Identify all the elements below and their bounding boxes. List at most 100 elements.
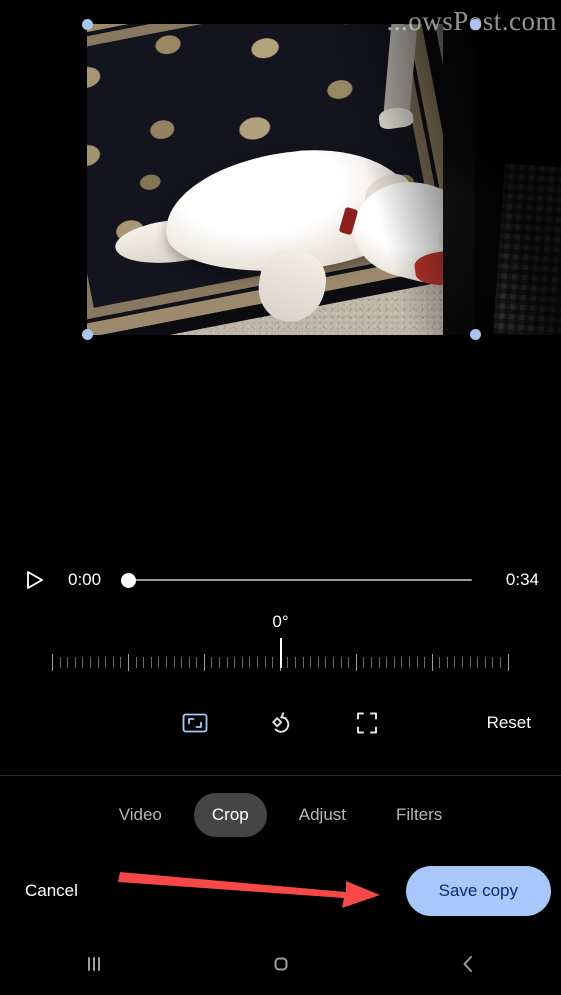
dial-tick [492, 656, 494, 668]
scrubber-thumb[interactable] [121, 572, 137, 588]
dial-tick [484, 656, 486, 668]
dial-tick [310, 656, 312, 668]
recents-button[interactable] [59, 944, 129, 984]
tab-filters[interactable]: Filters [378, 793, 460, 837]
dial-tick [454, 656, 456, 668]
action-bar: Cancel Save copy [0, 860, 561, 922]
rotate-button[interactable] [256, 698, 306, 748]
dial-tick [234, 656, 236, 668]
back-chevron-icon [463, 956, 472, 972]
perspective-button[interactable] [342, 698, 392, 748]
dial-tick [287, 656, 289, 668]
back-button[interactable] [433, 944, 503, 984]
dial-tick [105, 656, 107, 668]
dial-tick [264, 656, 266, 668]
dial-tick [158, 656, 160, 668]
save-copy-button[interactable]: Save copy [405, 866, 551, 916]
editor-tab-bar: Video Crop Adjust Filters [0, 789, 561, 841]
dial-tick [181, 656, 183, 668]
tab-crop[interactable]: Crop [193, 793, 267, 837]
crop-mask-right [475, 24, 561, 335]
dial-tick [59, 656, 61, 668]
dial-tick [393, 656, 395, 668]
home-button[interactable] [246, 944, 316, 984]
dial-tick [196, 656, 198, 668]
dial-tick [295, 656, 296, 668]
photo-editor-screen: ...owsPost.com 0:00 0:34 0° [0, 0, 561, 995]
dial-tick [317, 656, 319, 668]
dial-tick [386, 656, 388, 668]
android-nav-bar [0, 933, 561, 995]
dial-tick [97, 656, 99, 668]
dial-tick [302, 656, 304, 668]
rotation-dial[interactable]: 0° [0, 612, 561, 682]
dial-tick [112, 656, 114, 668]
playback-controls: 0:00 0:34 [0, 562, 561, 598]
dial-tick [500, 656, 502, 668]
dial-tick [477, 656, 479, 668]
dial-tick [74, 656, 76, 668]
rotation-dial-indicator [279, 638, 282, 668]
crop-handle-top-left[interactable] [82, 19, 93, 30]
reset-button[interactable]: Reset [487, 713, 531, 733]
dial-tick [127, 653, 129, 671]
rotate-left-icon [272, 712, 290, 733]
dial-tick [67, 656, 69, 668]
dial-tick [332, 656, 334, 668]
dial-tick [507, 653, 509, 671]
crop-handle-bottom-right[interactable] [470, 329, 481, 340]
dial-tick [211, 656, 213, 668]
dial-tick [462, 656, 464, 668]
tab-bar-divider [0, 775, 561, 776]
dial-tick [173, 656, 175, 668]
video-scrubber[interactable] [121, 567, 472, 593]
dial-tick [203, 653, 205, 671]
perspective-corners-icon [357, 712, 377, 734]
dial-tick [446, 656, 448, 668]
dial-tick [82, 656, 84, 668]
dial-tick [416, 656, 418, 668]
dial-tick [188, 656, 190, 668]
play-button[interactable] [22, 567, 48, 593]
dial-tick [431, 653, 433, 671]
tab-adjust[interactable]: Adjust [281, 793, 364, 837]
dial-tick [363, 656, 365, 668]
dial-tick [150, 656, 152, 668]
dial-tick [241, 656, 243, 668]
crop-handle-top-right[interactable] [470, 19, 481, 30]
tab-video[interactable]: Video [101, 793, 180, 837]
dial-tick [408, 656, 410, 668]
dial-tick [249, 656, 251, 668]
dial-tick [257, 656, 259, 668]
dial-tick [165, 656, 167, 668]
dial-tick [226, 656, 228, 668]
total-time-label: 0:34 [505, 570, 539, 589]
dial-tick [143, 656, 145, 668]
dial-tick [378, 656, 380, 668]
crop-handle-bottom-left[interactable] [82, 329, 93, 340]
scrubber-track[interactable] [121, 579, 472, 581]
dial-tick [469, 656, 471, 668]
aspect-ratio-button[interactable] [170, 698, 220, 748]
dial-tick [120, 656, 122, 668]
current-time-label: 0:00 [68, 570, 102, 589]
dial-tick [52, 653, 53, 671]
dial-tick [370, 656, 372, 668]
cancel-button[interactable]: Cancel [25, 881, 78, 901]
dial-tick [401, 656, 403, 668]
dial-tick [439, 656, 441, 668]
dial-tick [219, 656, 221, 668]
crop-tool-row: Reset [0, 698, 561, 748]
dial-tick [355, 653, 357, 671]
video-preview-area[interactable]: ...owsPost.com [0, 0, 561, 550]
aspect-ratio-icon [182, 713, 208, 733]
rotation-value-label: 0° [272, 612, 289, 631]
dial-tick [424, 656, 426, 668]
dial-tick [348, 656, 350, 668]
dial-tick [325, 656, 327, 668]
dial-tick [272, 656, 274, 668]
dial-tick [89, 656, 91, 668]
play-triangle-icon [27, 571, 43, 589]
home-circle-icon [274, 957, 287, 971]
dial-tick [340, 656, 342, 668]
